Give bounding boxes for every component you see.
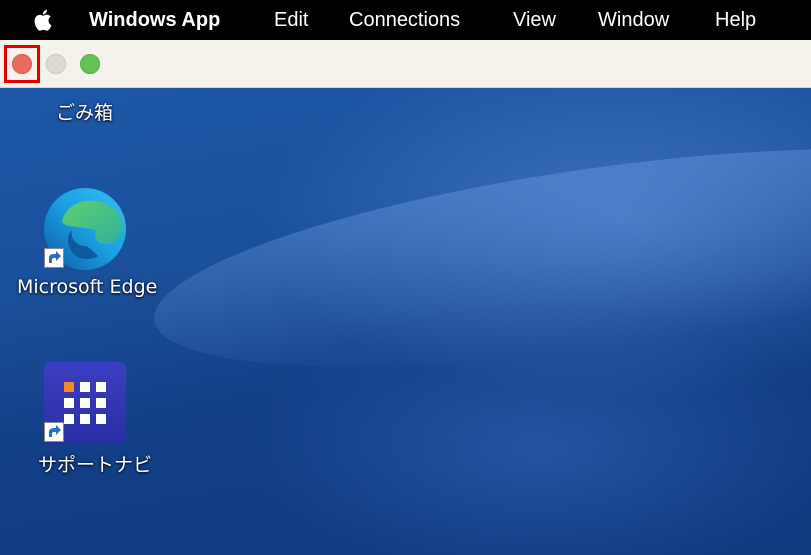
- zoom-button[interactable]: [80, 54, 100, 74]
- menu-connections[interactable]: Connections: [349, 0, 460, 40]
- minimize-button[interactable]: [46, 54, 66, 74]
- wallpaper-swoosh: [141, 106, 811, 410]
- apple-icon[interactable]: [33, 8, 55, 32]
- menu-view[interactable]: View: [513, 0, 556, 40]
- window-title-bar: [0, 40, 811, 88]
- menu-help[interactable]: Help: [715, 0, 756, 40]
- remote-desktop: ごみ箱 Microsoft Edge サポートナビ: [0, 88, 811, 555]
- recycle-bin-label[interactable]: ごみ箱: [56, 98, 113, 125]
- support-navi-label[interactable]: サポートナビ: [38, 450, 152, 477]
- shortcut-arrow-icon: [44, 422, 64, 442]
- menu-bar: Windows App Edit Connections View Window…: [0, 0, 811, 40]
- menu-app-name[interactable]: Windows App: [89, 0, 220, 40]
- close-button-highlight: [4, 45, 40, 83]
- edge-label[interactable]: Microsoft Edge: [17, 276, 157, 298]
- shortcut-arrow-icon: [44, 248, 64, 268]
- menu-window[interactable]: Window: [598, 0, 669, 40]
- menu-edit[interactable]: Edit: [274, 0, 308, 40]
